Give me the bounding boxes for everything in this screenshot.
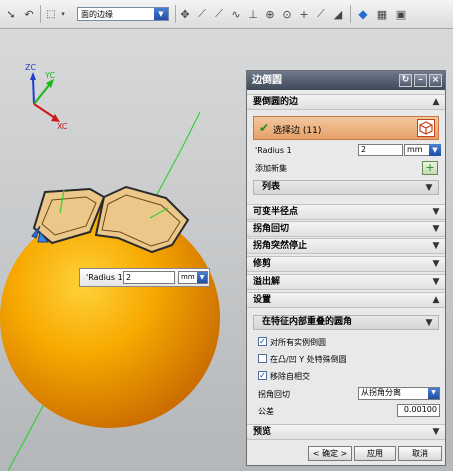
undo-select-icon[interactable]: ↶ [22, 6, 36, 22]
list-subsection-header[interactable]: 列表 ▼ [253, 180, 439, 195]
section-edges-header[interactable]: 要倒圆的边 ▲ [247, 94, 445, 110]
check-icon: ✔ [259, 121, 270, 135]
select-arrow-icon[interactable]: ➘ [4, 6, 18, 22]
apply-button[interactable]: 应用 [354, 446, 396, 461]
chevron-up-icon[interactable]: ▲ [430, 294, 442, 306]
selection-filter-select[interactable]: 面的边缘 ▼ [77, 7, 169, 21]
snap-point-icon[interactable]: + [297, 6, 311, 22]
tolerance-label: 公差 [258, 407, 274, 416]
select-box-dropdown-icon[interactable]: ▾ [59, 6, 67, 22]
checkbox-remove-self-intersect[interactable]: ✓ [258, 371, 267, 380]
checkbox-all-instances-label: 对所有实例倒圆 [270, 338, 326, 347]
section-corner-stop-header[interactable]: 拐角突然停止 ▼ [247, 238, 445, 254]
snap-all-icon[interactable]: ✥ [178, 6, 192, 22]
snap-curve-icon[interactable]: ∿ [229, 6, 243, 22]
radius-field[interactable]: 2 [358, 144, 403, 156]
sphere-body[interactable] [0, 208, 220, 428]
select-edge-row[interactable]: ✔ 选择边 (11) [253, 116, 439, 140]
radius-label: 'Radius 1 [255, 146, 292, 155]
multi-select-icon[interactable]: ▣ [394, 6, 408, 22]
chevron-down-icon[interactable]: ▼ [428, 388, 439, 399]
chevron-down-icon[interactable]: ▼ [154, 8, 168, 20]
selection-filter-value: 面的边缘 [81, 10, 113, 19]
chevron-up-icon[interactable]: ▲ [430, 96, 442, 108]
select-box-icon[interactable]: ⬚ [44, 6, 58, 22]
chevron-down-icon[interactable]: ▼ [430, 276, 442, 288]
section-settings-header[interactable]: 设置 ▲ [247, 292, 445, 308]
add-new-set-icon[interactable]: + [422, 161, 438, 175]
chevron-down-icon[interactable]: ▼ [430, 240, 442, 252]
tolerance-field[interactable]: 0.00100 [397, 404, 440, 417]
triad-yc-label: YC [44, 71, 55, 80]
chevron-down-icon[interactable]: ▼ [430, 258, 442, 270]
cancel-button[interactable]: 取消 [398, 446, 442, 461]
chevron-down-icon[interactable]: ▼ [430, 206, 442, 218]
snap-line-icon[interactable]: ⟋ [195, 6, 209, 22]
overlap-mode-select[interactable]: 在特征内部重叠的圆角 ▼ [253, 315, 439, 330]
chevron-down-icon[interactable]: ▼ [430, 426, 442, 438]
section-trim-header[interactable]: 修剪 ▼ [247, 256, 445, 272]
section-preview-header[interactable]: 预览 ▼ [247, 424, 445, 440]
checkbox-special-y-blend[interactable] [258, 354, 267, 363]
section-overflow-header[interactable]: 溢出解 ▼ [247, 274, 445, 290]
select-edge-label: 选择边 (11) [273, 126, 322, 136]
floating-radius-input: 'Radius 1 2 mm ▼ [79, 268, 210, 287]
close-icon[interactable]: × [429, 74, 442, 87]
floating-radius-unit-select[interactable]: mm ▼ [178, 271, 208, 284]
add-new-set-label: 添加新集 [255, 164, 287, 173]
floating-radius-label: 'Radius 1 [86, 273, 123, 282]
triad-xc-label: XC [57, 122, 68, 131]
section-corner-setback-header[interactable]: 拐角回切 ▼ [247, 221, 445, 237]
dialog-title: 边倒圆 [252, 75, 282, 86]
chevron-down-icon[interactable]: ▼ [197, 272, 207, 283]
dialog-title-bar[interactable]: 边倒圆 ↻ – × [247, 71, 445, 90]
chevron-down-icon[interactable]: ▼ [430, 223, 442, 235]
cube-icon[interactable]: ◆ [356, 6, 370, 22]
section-variable-radius-header[interactable]: 可变半径点 ▼ [247, 204, 445, 220]
corner-setback-select[interactable]: 从拐角分离 ▼ [358, 387, 440, 400]
snap-face-icon[interactable]: ◢ [331, 6, 345, 22]
chevron-down-icon[interactable]: ▼ [423, 182, 435, 194]
radius-dropdown-icon[interactable]: ▼ [429, 144, 441, 156]
floating-radius-field[interactable]: 2 [123, 271, 175, 284]
selection-toolbar: ➘ ↶ ⬚ ▾ 面的边缘 ▼ ✥ ⟋ ⟋ ∿ ⊥ ⊕ ⊙ + ⟋ ◢ ◆ ▦ ▣ [0, 0, 453, 29]
grid-select-icon[interactable]: ▦ [375, 6, 389, 22]
select-edge-cube-icon[interactable] [417, 119, 435, 137]
snap-center-icon[interactable]: ⊙ [280, 6, 294, 22]
triad-zc-label: ZC [25, 63, 36, 72]
reset-icon[interactable]: ↻ [399, 74, 412, 87]
checkbox-special-y-blend-label: 在凸/凹 Y 处特殊倒圆 [270, 355, 347, 364]
snap-perpendicular-icon[interactable]: ⊥ [246, 6, 260, 22]
chevron-down-icon[interactable]: ▼ [423, 317, 435, 329]
snap-midpoint-icon[interactable]: ⊕ [263, 6, 277, 22]
snap-tangent-icon[interactable]: ⟋ [314, 6, 328, 22]
graphics-viewport[interactable]: ZC YC XC ➘ ↶ ⬚ ▾ 面的边缘 ▼ ✥ ⟋ ⟋ ∿ ⊥ ⊕ ⊙ + … [0, 0, 453, 471]
minimize-icon[interactable]: – [414, 74, 427, 87]
coordinate-triad: ZC YC XC [25, 63, 68, 131]
snap-endpoint-icon[interactable]: ⟋ [212, 6, 226, 22]
corner-setback-label: 拐角回切 [258, 390, 290, 399]
ok-button[interactable]: < 确定 > [308, 446, 352, 461]
checkbox-all-instances[interactable]: ✓ [258, 337, 267, 346]
checkbox-remove-self-intersect-label: 移除自相交 [270, 372, 310, 381]
edge-blend-dialog: 边倒圆 ↻ – × 要倒圆的边 ▲ ✔ 选择边 (11) 'Radius 1 2… [246, 70, 446, 466]
